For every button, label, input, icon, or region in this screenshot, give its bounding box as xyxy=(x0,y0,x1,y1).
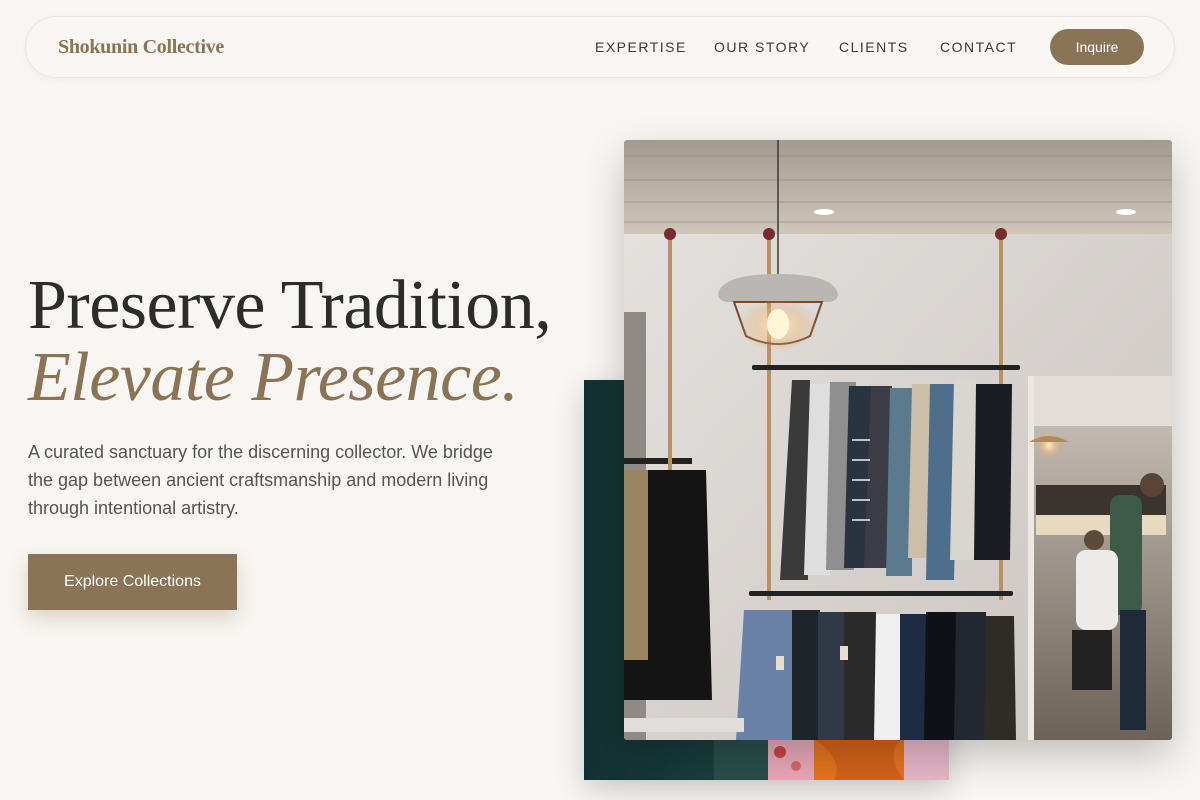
hero-headline: Preserve Tradition, Elevate Presence. xyxy=(28,270,608,414)
nav-link-contact[interactable]: CONTACT xyxy=(940,39,1017,55)
hero-description: A curated sanctuary for the discerning c… xyxy=(28,442,493,518)
inquire-button[interactable]: Inquire xyxy=(1050,29,1144,65)
headline-line-2: Elevate Presence. xyxy=(28,339,519,416)
headline-line-1: Preserve Tradition, xyxy=(28,267,552,344)
nav-link-expertise[interactable]: EXPERTISE xyxy=(595,39,687,55)
boutique-photo xyxy=(624,140,1172,740)
nav-link-clients[interactable]: CLIENTS xyxy=(839,39,909,55)
page: Shokunin Collective EXPERTISE OUR STORY … xyxy=(0,0,1200,800)
explore-collections-button[interactable]: Explore Collections xyxy=(28,554,237,610)
nav-links: EXPERTISE OUR STORY CLIENTS CONTACT xyxy=(26,17,1174,79)
top-navbar: Shokunin Collective EXPERTISE OUR STORY … xyxy=(25,16,1175,78)
nav-link-our-story[interactable]: OUR STORY xyxy=(714,39,810,55)
